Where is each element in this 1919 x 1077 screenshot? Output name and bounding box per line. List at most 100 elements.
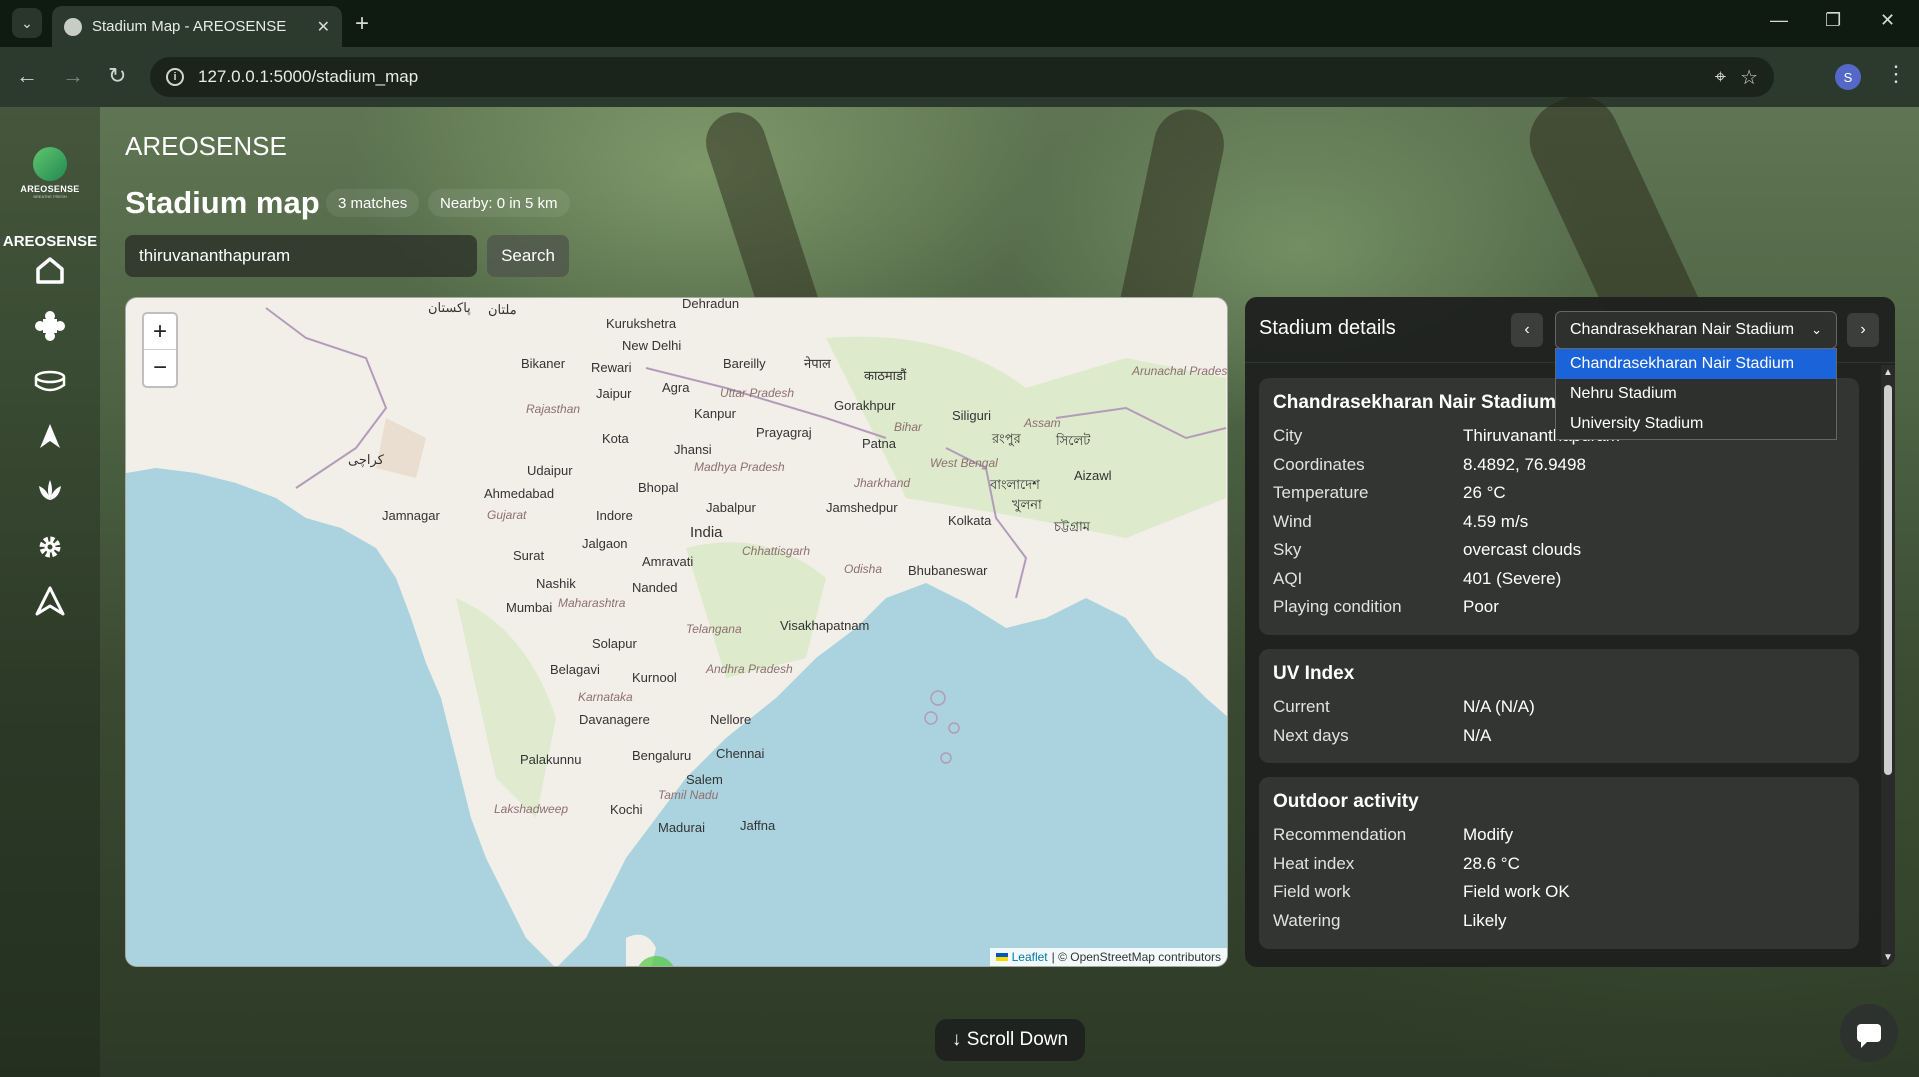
row-value: N/A (N/A) [1463,697,1535,717]
map-label: Uttar Pradesh [720,386,795,400]
browser-toolbar: ← → ↻ i 127.0.0.1:5000/stadium_map ⌖ ☆ S… [0,47,1919,107]
next-stadium-button[interactable]: › [1847,313,1879,347]
details-scrollbar[interactable]: ▲ ▼ [1881,365,1895,965]
map-label: Kurnool [632,670,677,685]
browser-tab[interactable]: Stadium Map - AREOSENSE ✕ [52,6,342,47]
map-label: Madhya Pradesh [694,460,785,474]
map-label: Odisha [844,562,883,576]
map-label: Ahmedabad [484,486,555,501]
window-close-icon[interactable]: ✕ [1880,10,1895,31]
row-value: 401 (Severe) [1463,568,1562,588]
new-tab-button[interactable]: + [355,10,369,38]
map-label: Rajasthan [526,402,581,416]
details-scroll-area[interactable]: Chandrasekharan Nair Stadium City Thiruva… [1245,363,1895,967]
map-label: Bikaner [521,356,566,371]
info-row: Current N/A (N/A) [1273,693,1845,722]
row-value: 26 °C [1463,483,1506,503]
scroll-down-arrow-icon[interactable]: ▼ [1883,952,1893,963]
info-row: AQI 401 (Severe) [1273,565,1845,594]
stadium-icon[interactable] [28,359,72,403]
row-key: Coordinates [1273,454,1365,474]
info-icon[interactable]: i [166,68,184,86]
map-label: Bhubaneswar [908,563,988,578]
row-key: Wind [1273,511,1312,531]
more-menu-icon[interactable]: ⋮ [1885,61,1907,87]
zoom-out-button[interactable]: − [144,350,176,386]
map-label: Madurai [658,820,705,835]
row-value: Poor [1463,597,1499,617]
back-arrow-icon[interactable]: ← [16,63,38,89]
row-key: Heat index [1273,853,1355,873]
tab-search-button[interactable]: ⌄ [12,8,42,38]
restore-icon[interactable]: ❐ [1825,10,1841,31]
map-label: Prayagraj [756,425,812,440]
map-label: ملتان [488,302,517,317]
nearby-badge: Nearby: 0 in 5 km [428,189,570,217]
leaflet-link[interactable]: Leaflet [1012,950,1048,964]
map-label: Jamshedpur [826,500,898,515]
navigation-icon[interactable] [28,414,72,458]
chevron-down-icon: ⌄ [1811,322,1822,337]
stadium-select[interactable]: Chandrasekharan Nair Stadium ⌄ [1555,311,1837,349]
map-label: کراچی [348,452,384,467]
info-row: Playing condition Poor [1273,593,1845,622]
search-button[interactable]: Search [487,235,569,277]
row-key: Field work [1273,882,1351,902]
map-label: Jaffna [740,818,776,833]
profile-avatar[interactable]: S [1835,64,1861,90]
map-label: Indore [596,508,633,523]
row-value: 4.59 m/s [1463,511,1529,531]
lotus-icon[interactable] [28,469,72,513]
close-icon[interactable]: ✕ [317,17,330,37]
home-icon[interactable] [28,248,72,292]
zoom-in-button[interactable]: + [144,314,176,350]
map-label: Chennai [716,746,765,761]
zoom-control: + − [142,312,178,388]
star-icon[interactable]: ☆ [1740,65,1758,90]
logo-text: AREOSENSE [20,184,80,194]
info-row: Sky overcast clouds [1273,536,1845,565]
previous-stadium-button[interactable]: ‹ [1511,313,1543,347]
minimize-icon[interactable]: — [1770,10,1788,31]
stadium-map[interactable]: Dehradun Kurukshetra New Delhi Bikaner R… [125,297,1228,967]
map-label: Amravati [642,554,694,569]
map-label: Mumbai [506,600,553,615]
map-label: New Delhi [622,338,682,353]
scroll-down-button[interactable]: ↓ Scroll Down [935,1019,1085,1061]
letter-a-icon[interactable] [28,579,72,623]
map-label: Visakhapatnam [780,618,870,633]
gear-icon[interactable] [28,525,72,569]
map-label: Jaipur [596,386,632,401]
info-row: Heat index 28.6 °C [1273,850,1845,879]
search-input[interactable] [125,235,477,277]
map-label: Salem [686,772,723,787]
map-label: Jharkhand [854,476,911,490]
row-key: Next days [1273,725,1349,745]
puzzle-icon[interactable] [28,304,72,348]
outdoor-activity-card: Outdoor activity Recommendation Modify He… [1259,777,1859,949]
map-label: پاکستان [428,300,471,315]
forward-arrow-icon[interactable]: → [62,63,84,89]
map-label: Lakshadweep [494,802,569,816]
map-tiles [126,298,1227,966]
dropdown-option[interactable]: Nehru Stadium [1556,379,1836,409]
row-key: AQI [1273,568,1303,588]
map-label: Maharashtra [558,596,626,610]
scroll-up-arrow-icon[interactable]: ▲ [1883,367,1893,378]
attribution-text: | © OpenStreetMap contributors [1051,950,1221,964]
dropdown-option[interactable]: Chandrasekharan Nair Stadium [1556,349,1836,379]
map-label: India [690,524,723,541]
location-pin-icon[interactable]: ⌖ [1715,66,1726,89]
uv-index-card: UV Index Current N/A (N/A) Next days N/A [1259,649,1859,763]
chat-button[interactable] [1840,1004,1898,1062]
address-bar[interactable]: i 127.0.0.1:5000/stadium_map ⌖ ☆ [150,57,1774,97]
row-value: Likely [1463,910,1507,930]
dropdown-option[interactable]: University Stadium [1556,409,1836,439]
scrollbar-thumb[interactable] [1884,385,1892,775]
chat-bubble-icon [1857,1024,1881,1048]
info-row: Wind 4.59 m/s [1273,508,1845,537]
map-label: Nellore [710,712,752,727]
map-label: Dehradun [682,297,740,311]
reload-icon[interactable]: ↻ [108,63,126,89]
logo[interactable]: AREOSENSE BREATHE FRESH [15,147,85,199]
